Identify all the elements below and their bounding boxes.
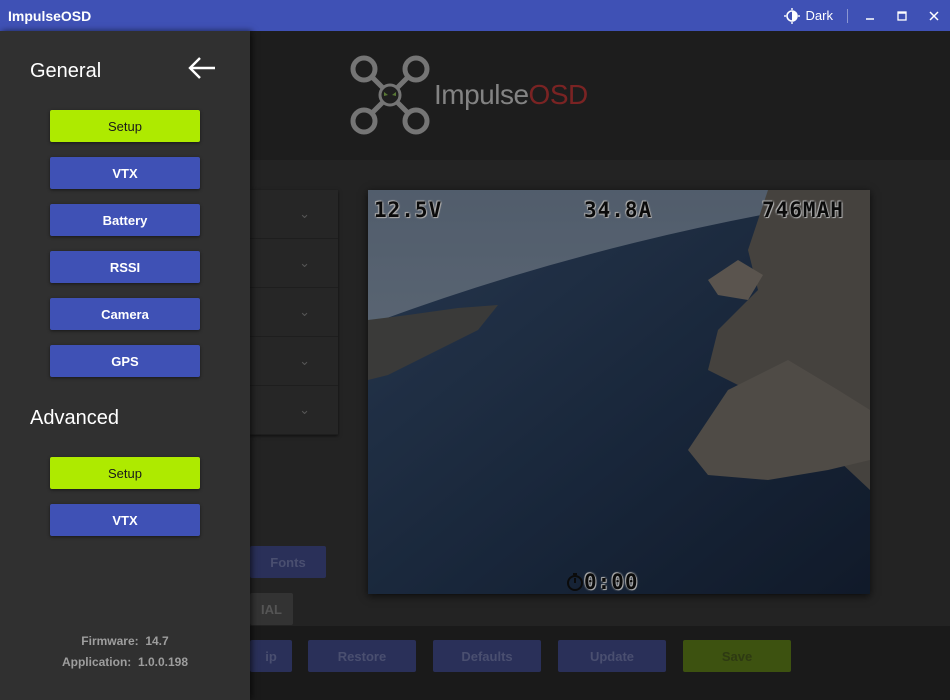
nav-general-setup[interactable]: Setup [50,110,200,142]
chevron-down-icon: ⌄ [299,402,310,417]
brightness-icon [783,7,800,24]
footer-button-partial[interactable]: ip [250,640,292,672]
nav-advanced-vtx[interactable]: VTX [50,504,200,536]
application-version: 1.0.0.198 [137,655,189,669]
application-info: Application: 1.0.0.198 [0,655,250,669]
firmware-info: Firmware: 14.7 [0,634,250,648]
accordion-item[interactable]: ⌄ [250,337,338,386]
window-title: ImpulseOSD [8,7,92,24]
save-button[interactable]: Save [683,640,791,672]
firmware-label: Firmware: [81,634,139,648]
preview-overlay [368,190,870,594]
firmware-version: 14.7 [145,634,169,648]
advanced-section-title: Advanced [30,407,119,429]
accordion-item[interactable]: ⌄ [250,386,338,435]
fonts-button[interactable]: Fonts [250,546,326,578]
nav-general-camera[interactable]: Camera [50,298,200,330]
chevron-down-icon: ⌄ [299,304,310,319]
minimize-icon [866,17,874,20]
general-section-title: General [30,60,102,82]
theme-label: Dark [805,8,833,23]
settings-accordion: ⌄ ⌄ ⌄ ⌄ ⌄ [250,190,338,435]
nav-general-battery[interactable]: Battery [50,204,200,236]
update-button[interactable]: Update [558,640,666,672]
navigation-drawer: General Setup VTX Battery RSSI Camera GP… [0,31,250,700]
logo-text: ImpulseOSD [434,79,588,111]
application-label: Application: [61,655,132,669]
chevron-down-icon: ⌄ [299,255,310,270]
accordion-item[interactable]: ⌄ [250,190,338,239]
close-button[interactable] [918,0,950,31]
titlebar-separator [847,8,848,23]
arrow-left-icon [188,57,215,79]
logo-text-main: Impulse [434,79,529,110]
minimize-button[interactable] [854,0,886,31]
nav-general-vtx[interactable]: VTX [50,157,200,189]
close-drawer-button[interactable] [184,53,220,83]
quadcopter-logo-icon [350,55,430,135]
accordion-item[interactable]: ⌄ [250,288,338,337]
logo-text-accent: OSD [528,79,589,110]
accordion-item[interactable]: ⌄ [250,239,338,288]
chevron-down-icon: ⌄ [299,206,310,221]
maximize-button[interactable] [886,0,918,31]
title-bar: ImpulseOSD Dark [0,0,950,31]
ial-button[interactable]: IAL [250,593,293,625]
maximize-icon [897,10,907,21]
nav-general-gps[interactable]: GPS [50,345,200,377]
nav-general-rssi[interactable]: RSSI [50,251,200,283]
osd-preview: 12.5V 34.8A 746MAH 0:00 [368,190,870,594]
app-logo: ImpulseOSD [350,55,588,135]
chevron-down-icon: ⌄ [299,353,310,368]
close-icon [929,10,939,21]
nav-advanced-setup[interactable]: Setup [50,457,200,489]
defaults-button[interactable]: Defaults [433,640,541,672]
theme-toggle[interactable]: Dark [783,7,833,24]
restore-button[interactable]: Restore [308,640,416,672]
